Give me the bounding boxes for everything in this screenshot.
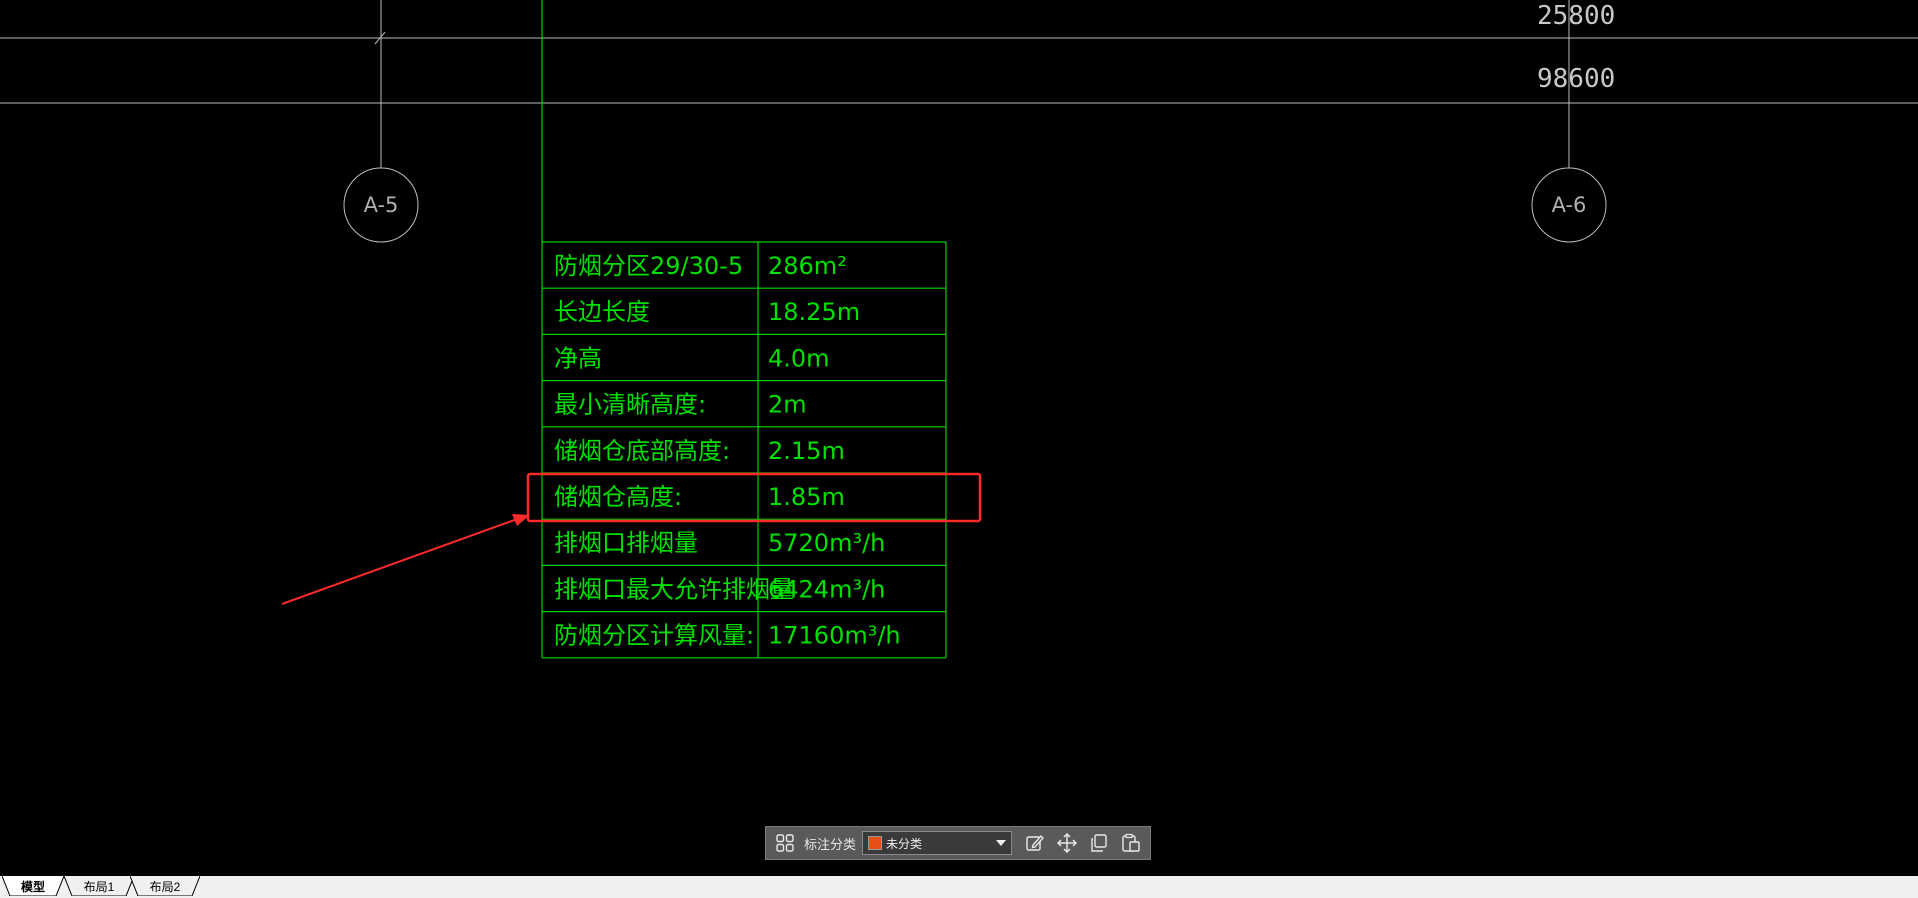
tab-layout1-label: 布局1 [83, 879, 115, 894]
table-cell-value: 6424m³/h [768, 575, 885, 603]
annotation-toolbar: 标注分类 未分类 [765, 826, 1151, 860]
cad-drawing-canvas[interactable]: A-5 A-6 25800 98600 防烟分区29/30-5 286m² 长边长度… [0, 0, 1918, 876]
table-cell-label: 最小清晰高度: [554, 391, 706, 419]
table-cell-label: 排烟口最大允许排烟量 [554, 575, 794, 603]
category-color-swatch [868, 836, 883, 850]
dimension-text-2: 98600 [1537, 64, 1615, 94]
axis-label-a6: A-6 [1552, 193, 1587, 217]
table-cell-label: 防烟分区计算风量: [554, 622, 754, 650]
tab-layout2[interactable]: 布局2 [130, 876, 200, 896]
category-dropdown[interactable]: 未分类 [862, 831, 1013, 855]
table-cell-value: 4.0m [768, 344, 830, 372]
table-cell-label: 储烟仓底部高度: [554, 437, 730, 465]
tab-layout1[interactable]: 布局1 [64, 876, 134, 896]
category-value: 未分类 [886, 836, 923, 851]
axis-label-a5: A-5 [364, 193, 399, 217]
copy-icon[interactable] [1086, 830, 1112, 856]
table-cell-value: 5720m³/h [768, 529, 885, 557]
annotation-arrow [281, 517, 521, 605]
dimension-text-1: 25800 [1537, 1, 1615, 31]
table-cell-label: 净高 [554, 344, 602, 372]
table-cell-value: 18.25m [768, 298, 860, 326]
table-cell-label: 储烟仓高度: [554, 483, 682, 511]
table-cell-value: 2.15m [768, 437, 845, 465]
layout-tab-strip: 模型 布局1 布局2 [0, 876, 1918, 898]
paste-icon[interactable] [1118, 830, 1144, 856]
table-cell-label: 长边长度 [554, 298, 650, 326]
table-cell-label: 排烟口排烟量 [554, 529, 698, 557]
table-cell-value: 17160m³/h [768, 622, 901, 650]
tab-model[interactable]: 模型 [2, 876, 64, 896]
table-cell-value: 1.85m [768, 483, 845, 511]
chevron-down-icon [996, 840, 1007, 846]
grid-icon[interactable] [772, 830, 798, 856]
category-label: 标注分类 [804, 836, 857, 852]
edit-icon[interactable] [1022, 830, 1048, 856]
table-cell-value: 2m [768, 391, 807, 419]
smoke-zone-table[interactable]: 防烟分区29/30-5 286m² 长边长度 18.25m 净高 4.0m 最小清晰高度: 2… [541, 241, 947, 659]
table-cell-value: 286m² [768, 252, 847, 280]
tab-model-label: 模型 [20, 879, 45, 894]
table-cell-label: 防烟分区29/30-5 [554, 252, 743, 280]
move-icon[interactable] [1054, 830, 1080, 856]
tab-layout2-label: 布局2 [149, 879, 181, 894]
